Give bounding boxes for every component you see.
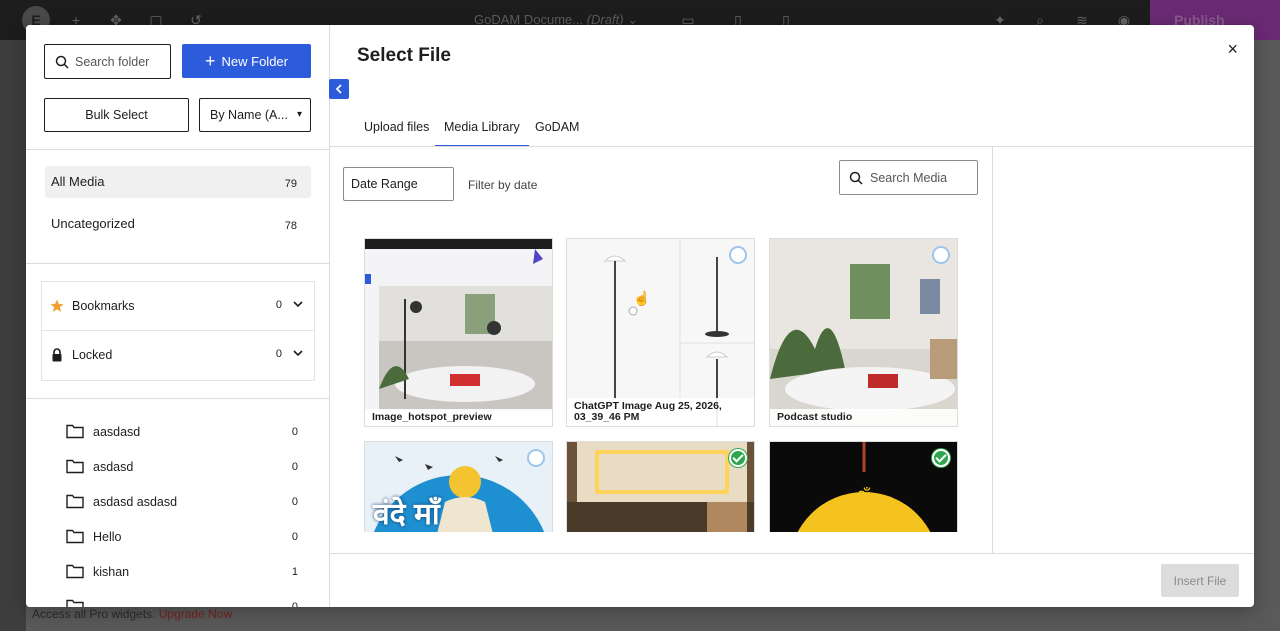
divider xyxy=(26,398,330,399)
count-badge: 78 xyxy=(284,220,297,232)
folder-item[interactable]: kishan 1 xyxy=(66,561,302,585)
media-item[interactable]: ॐ xyxy=(769,441,958,532)
media-item[interactable]: Image_hotspot_preview xyxy=(364,238,553,427)
select-checkbox[interactable] xyxy=(932,449,950,467)
media-item[interactable] xyxy=(566,441,755,532)
search-folder-field[interactable] xyxy=(44,44,171,79)
file-panel: Select File × Upload files Media Library… xyxy=(330,25,1254,607)
upgrade-link[interactable]: Upgrade Now xyxy=(159,607,232,621)
count-badge: 0 xyxy=(291,461,298,473)
editor-footer: Access all Pro widgets. Upgrade Now xyxy=(32,607,232,621)
folder-item[interactable]: aasdasd 0 xyxy=(66,421,302,445)
tab-media-library[interactable]: Media Library xyxy=(435,120,529,147)
filter-label: Filter by date xyxy=(468,178,538,192)
date-range-select[interactable]: Date Range xyxy=(343,167,454,201)
select-checkbox[interactable] xyxy=(527,449,545,467)
thumbnail-image xyxy=(365,239,552,426)
media-item[interactable]: Podcast studio xyxy=(769,238,958,427)
count-badge: 79 xyxy=(284,178,297,190)
tab-godam[interactable]: GoDAM xyxy=(535,120,579,147)
folder-icon xyxy=(66,529,84,544)
folder-icon xyxy=(66,459,84,474)
count-badge: 1 xyxy=(291,566,298,578)
bookmarks-section[interactable]: Bookmarks 0 xyxy=(41,281,315,331)
chevron-down-icon xyxy=(293,301,303,308)
chevron-down-icon: ▾ xyxy=(296,109,302,120)
search-icon xyxy=(55,55,69,69)
chevron-down-icon xyxy=(293,350,303,357)
hand-cursor-icon: ☝ xyxy=(633,290,651,306)
locked-section[interactable]: Locked 0 xyxy=(41,331,315,381)
editor-sidebar xyxy=(0,40,26,631)
media-all[interactable]: All Media 79 xyxy=(45,166,311,198)
plus-icon: + xyxy=(205,51,216,71)
divider xyxy=(26,263,330,264)
folder-item[interactable]: asdasd 0 xyxy=(66,456,302,480)
select-checkbox[interactable] xyxy=(932,246,950,264)
folder-icon xyxy=(66,424,84,439)
search-media-input[interactable] xyxy=(870,161,974,194)
lock-icon xyxy=(52,348,62,362)
bulk-select-button[interactable]: Bulk Select xyxy=(44,98,189,132)
divider xyxy=(26,149,330,150)
media-item[interactable]: ChatGPT Image Aug 25, 2026, 03_39_46 PM xyxy=(566,238,755,427)
media-overlay-text: वंदे माँ xyxy=(373,498,440,531)
count-badge: 0 xyxy=(291,531,298,543)
folder-item[interactable]: asdasd asdasd 0 xyxy=(66,491,302,515)
close-icon[interactable]: × xyxy=(1227,39,1238,60)
sort-select[interactable]: By Name (A... ▾ xyxy=(199,98,311,132)
sort-select-value: By Name (A... xyxy=(210,108,288,122)
search-media-field[interactable] xyxy=(839,160,978,195)
chevron-left-icon xyxy=(335,84,342,94)
count-badge: 0 xyxy=(291,426,298,438)
folder-icon xyxy=(66,564,84,579)
folder-panel: + New Folder Bulk Select By Name (A... ▾… xyxy=(26,25,330,607)
count-badge: 0 xyxy=(275,348,282,360)
insert-file-button[interactable]: Insert File xyxy=(1161,564,1239,597)
select-file-modal: + New Folder Bulk Select By Name (A... ▾… xyxy=(26,25,1254,607)
new-folder-button[interactable]: + New Folder xyxy=(182,44,311,78)
collapse-panel-button[interactable] xyxy=(329,79,349,99)
media-item[interactable]: वंदे माँ xyxy=(364,441,553,532)
thumbnail-image xyxy=(770,239,957,426)
thumbnail-image xyxy=(567,442,754,532)
search-folder-input[interactable] xyxy=(75,45,167,78)
footer-text: Access all Pro widgets. xyxy=(32,607,156,621)
folder-item[interactable]: Hello 0 xyxy=(66,526,302,550)
search-icon xyxy=(849,171,863,185)
media-item-caption: Podcast studio xyxy=(770,409,957,426)
media-overlay-text: ॐ xyxy=(856,486,873,506)
folder-item[interactable]: 0 xyxy=(66,596,302,607)
divider xyxy=(330,553,1254,554)
modal-title: Select File xyxy=(357,45,451,66)
count-badge: 0 xyxy=(275,299,282,311)
folder-icon xyxy=(66,494,84,509)
media-grid: Image_hotspot_preview ChatGPT Image Aug … xyxy=(330,225,992,532)
count-badge: 0 xyxy=(291,601,298,607)
tab-upload-files[interactable]: Upload files xyxy=(364,120,429,147)
select-checkbox[interactable] xyxy=(729,246,747,264)
media-item-caption: Image_hotspot_preview xyxy=(365,409,552,426)
media-item-caption: ChatGPT Image Aug 25, 2026, 03_39_46 PM xyxy=(567,398,754,426)
media-uncategorized[interactable]: Uncategorized 78 xyxy=(45,208,311,240)
attachment-details-panel xyxy=(992,147,1254,553)
star-icon xyxy=(50,299,64,312)
select-checkbox[interactable] xyxy=(729,449,747,467)
count-badge: 0 xyxy=(291,496,298,508)
folder-icon xyxy=(66,599,84,607)
